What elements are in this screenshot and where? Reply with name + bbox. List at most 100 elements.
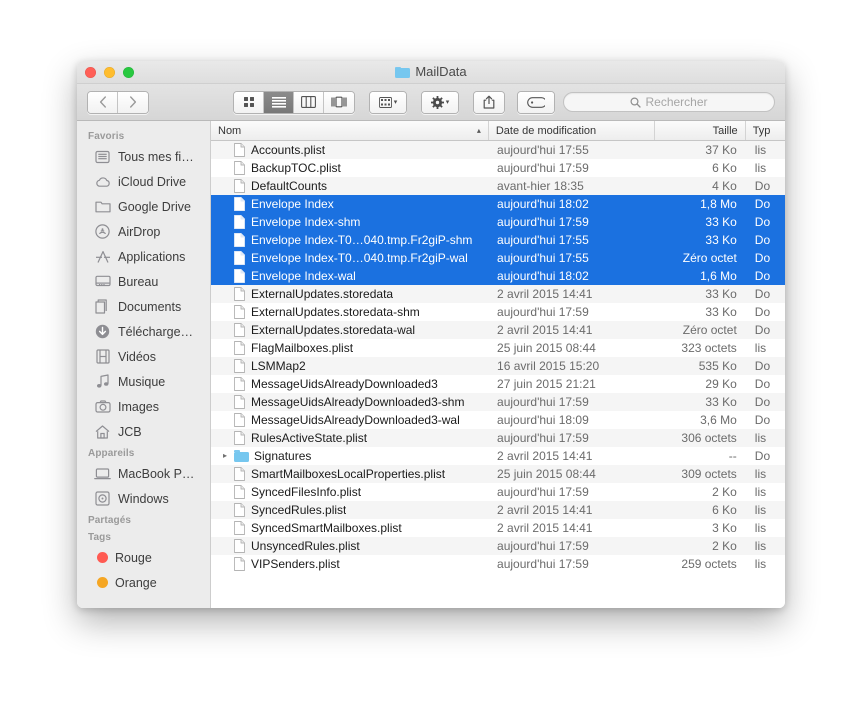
- table-row[interactable]: Envelope Index-wal aujourd'hui 18:02 1,6 M…: [211, 267, 785, 285]
- table-row[interactable]: RulesActiveState.plist aujourd'hui 17:59 3…: [211, 429, 785, 447]
- forward-button[interactable]: [118, 91, 148, 113]
- search-placeholder: Rechercher: [645, 95, 708, 109]
- sidebar-item-windows[interactable]: Windows: [77, 486, 210, 511]
- table-row[interactable]: SyncedRules.plist 2 avril 2015 14:41 6 Ko l…: [211, 501, 785, 519]
- document-icon: [234, 485, 245, 499]
- cell-name: Envelope Index-T0…040.tmp.Fr2giP-wal: [211, 251, 489, 265]
- sidebar-item-label: Windows: [118, 491, 169, 506]
- table-row[interactable]: MessageUidsAlreadyDownloaded3-wal aujourd…: [211, 411, 785, 429]
- table-row[interactable]: Envelope Index-T0…040.tmp.Fr2giP-shm aujo…: [211, 231, 785, 249]
- table-row[interactable]: SyncedSmartMailboxes.plist 2 avril 2015 1…: [211, 519, 785, 537]
- cell-size: 309 octets: [681, 467, 737, 481]
- cell-date: aujourd'hui 17:59: [497, 539, 589, 553]
- sidebar-item-orange[interactable]: Orange: [77, 570, 210, 595]
- cell-size: 4 Ko: [712, 179, 737, 193]
- document-icon: [234, 341, 245, 355]
- coverflow-view-button[interactable]: [324, 91, 354, 113]
- cell-date: 2 avril 2015 14:41: [497, 323, 593, 337]
- sidebar-item-jcb[interactable]: JCB: [77, 419, 210, 444]
- table-row[interactable]: ExternalUpdates.storedata-wal 2 avril 201…: [211, 321, 785, 339]
- table-row[interactable]: ExternalUpdates.storedata-shm aujourd'hui…: [211, 303, 785, 321]
- table-row[interactable]: MessageUidsAlreadyDownloaded3 27 juin 201…: [211, 375, 785, 393]
- table-row[interactable]: ▸ Signatures 2 avril 2015 14:41 -- Do: [211, 447, 785, 465]
- file-name: MessageUidsAlreadyDownloaded3-shm: [251, 395, 465, 409]
- cell-type: Do: [754, 377, 771, 391]
- finder-window: MailData ▾ ▾ Rechercher Favoris Tous mes…: [77, 61, 785, 608]
- documents-icon: [94, 299, 111, 315]
- cell-type: lis: [754, 467, 767, 481]
- share-button[interactable]: [474, 91, 504, 113]
- table-row[interactable]: DefaultCounts avant-hier 18:35 4 Ko Do: [211, 177, 785, 195]
- table-row[interactable]: Envelope Index-T0…040.tmp.Fr2giP-wal aujo…: [211, 249, 785, 267]
- sidebar-item-google-drive[interactable]: Google Drive: [77, 194, 210, 219]
- file-name: MessageUidsAlreadyDownloaded3-wal: [251, 413, 460, 427]
- tag-button[interactable]: [518, 91, 554, 113]
- sidebar-item-macbook-p[interactable]: MacBook P…: [77, 461, 210, 486]
- disclosure-triangle-icon[interactable]: ▸: [223, 452, 234, 460]
- document-icon: [234, 395, 245, 409]
- sidebar-item-tous-mes-fi[interactable]: Tous mes fi…: [77, 144, 210, 169]
- cell-date: 25 juin 2015 08:44: [497, 341, 596, 355]
- arrange-button[interactable]: ▾: [370, 91, 406, 113]
- window-titlebar[interactable]: MailData: [77, 61, 785, 84]
- sidebar-item-vid-os[interactable]: Vidéos: [77, 344, 210, 369]
- cell-date: aujourd'hui 17:59: [497, 161, 589, 175]
- disk-icon: [94, 491, 111, 507]
- zoom-button[interactable]: [123, 67, 134, 78]
- minimize-button[interactable]: [104, 67, 115, 78]
- table-row[interactable]: ExternalUpdates.storedata 2 avril 2015 14…: [211, 285, 785, 303]
- table-row[interactable]: MessageUidsAlreadyDownloaded3-shm aujourd…: [211, 393, 785, 411]
- cell-type: Do: [754, 395, 771, 409]
- table-row[interactable]: Accounts.plist aujourd'hui 17:55 37 Ko lis: [211, 141, 785, 159]
- cell-type: lis: [754, 521, 767, 535]
- sidebar-item-rouge[interactable]: Rouge: [77, 545, 210, 570]
- downloads-icon: [94, 324, 111, 340]
- table-row[interactable]: LSMMap2 16 avril 2015 15:20 535 Ko Do: [211, 357, 785, 375]
- table-row[interactable]: Envelope Index-shm aujourd'hui 17:59 33 Ko…: [211, 213, 785, 231]
- sidebar-item-bureau[interactable]: Bureau: [77, 269, 210, 294]
- cell-name: Envelope Index-wal: [211, 269, 489, 283]
- document-icon: [234, 557, 245, 571]
- file-name: MessageUidsAlreadyDownloaded3: [251, 377, 438, 391]
- sidebar-item-label: Tous mes fi…: [118, 149, 194, 164]
- cell-name: Envelope Index-shm: [211, 215, 489, 229]
- back-button[interactable]: [88, 91, 118, 113]
- column-header-date[interactable]: Date de modification: [489, 121, 655, 140]
- table-row[interactable]: SmartMailboxesLocalProperties.plist 25 ju…: [211, 465, 785, 483]
- column-header-size[interactable]: Taille: [655, 121, 746, 140]
- sidebar-item-icloud-drive[interactable]: iCloud Drive: [77, 169, 210, 194]
- tag-button-group: [517, 90, 555, 114]
- table-row[interactable]: UnsyncedRules.plist aujourd'hui 17:59 2 Ko…: [211, 537, 785, 555]
- close-button[interactable]: [85, 67, 96, 78]
- arrange-button-group: ▾: [369, 90, 407, 114]
- table-row[interactable]: BackupTOC.plist aujourd'hui 17:59 6 Ko lis: [211, 159, 785, 177]
- sidebar-item-applications[interactable]: Applications: [77, 244, 210, 269]
- airdrop-icon: [94, 224, 111, 240]
- table-row[interactable]: SyncedFilesInfo.plist aujourd'hui 17:59 2 …: [211, 483, 785, 501]
- sidebar-item-documents[interactable]: Documents: [77, 294, 210, 319]
- icon-view-button[interactable]: [234, 91, 264, 113]
- action-button[interactable]: ▾: [422, 91, 458, 113]
- search-input[interactable]: Rechercher: [563, 92, 775, 112]
- cell-date: 16 avril 2015 15:20: [497, 359, 600, 373]
- cell-type: Do: [754, 197, 771, 211]
- sidebar-item-images[interactable]: Images: [77, 394, 210, 419]
- document-icon: [234, 233, 245, 247]
- document-icon: [234, 197, 245, 211]
- table-row[interactable]: Envelope Index aujourd'hui 18:02 1,8 Mo Do: [211, 195, 785, 213]
- sort-ascending-icon: ▴: [476, 126, 481, 135]
- cell-date: 27 juin 2015 21:21: [497, 377, 596, 391]
- sidebar-item-t-l-charge[interactable]: Télécharge…: [77, 319, 210, 344]
- file-name: UnsyncedRules.plist: [251, 539, 360, 553]
- sidebar-item-airdrop[interactable]: AirDrop: [77, 219, 210, 244]
- file-name: Envelope Index-T0…040.tmp.Fr2giP-shm: [251, 233, 473, 247]
- sidebar-item-musique[interactable]: Musique: [77, 369, 210, 394]
- sidebar-item-label: Google Drive: [118, 199, 191, 214]
- table-row[interactable]: VIPSenders.plist aujourd'hui 17:59 259 oct…: [211, 555, 785, 573]
- cell-type: Do: [754, 413, 771, 427]
- list-view-button[interactable]: [264, 91, 294, 113]
- table-row[interactable]: FlagMailboxes.plist 25 juin 2015 08:44 323…: [211, 339, 785, 357]
- column-header-type[interactable]: Typ: [746, 121, 785, 140]
- column-header-name[interactable]: Nom ▴: [211, 121, 489, 140]
- column-view-button[interactable]: [294, 91, 324, 113]
